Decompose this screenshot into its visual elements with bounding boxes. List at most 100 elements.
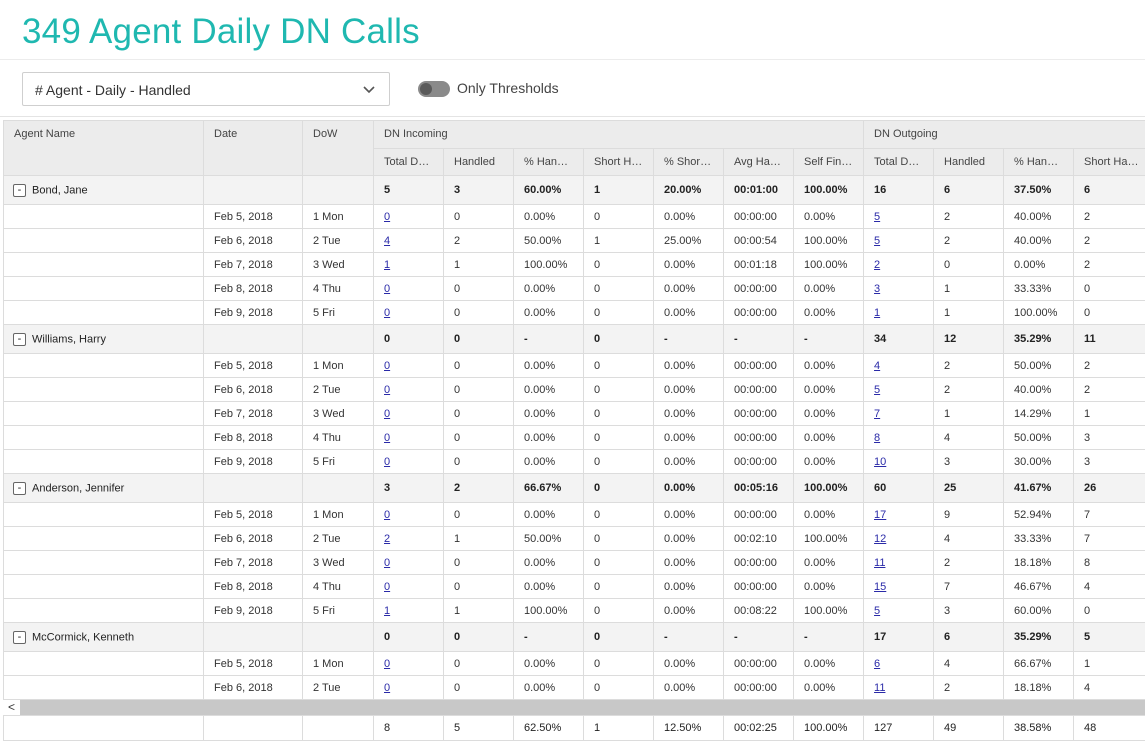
outgoing-drilldown-link[interactable]: 15 [874,581,886,593]
incoming-drilldown-link[interactable]: 0 [384,581,390,593]
incoming-drilldown-link[interactable]: 0 [384,658,390,670]
collapse-icon[interactable]: - [13,332,26,346]
summary-cell: 0 [583,622,654,652]
value-cell: 4 [373,228,444,253]
col-in-handled[interactable]: Handled [443,147,514,176]
value-cell: 00:00:00 [723,675,794,700]
value-cell: 40.00% [1003,377,1075,402]
value-cell: 00:00:00 [723,425,794,450]
outgoing-drilldown-link[interactable]: 4 [874,360,880,372]
value-cell: 1 [863,300,935,325]
horizontal-scrollbar[interactable]: < [3,700,1145,715]
incoming-drilldown-link[interactable]: 0 [384,509,390,521]
value-cell: 0.00% [792,449,865,474]
incoming-drilldown-link[interactable]: 0 [384,432,390,444]
value-cell: 0.00% [792,502,865,527]
collapse-icon[interactable]: - [13,481,26,495]
incoming-drilldown-link[interactable]: 0 [384,557,390,569]
incoming-drilldown-link[interactable]: 0 [384,211,390,223]
value-cell: 100.00% [513,252,584,277]
col-in-total[interactable]: Total DN Incoming [373,147,444,176]
col-in-pct-handled[interactable]: % Handled [513,147,584,176]
outgoing-drilldown-link[interactable]: 5 [874,235,880,247]
outgoing-drilldown-link[interactable]: 7 [874,408,880,420]
summary-cell: 3 [373,473,444,503]
col-out-pct-handled[interactable]: % Handled [1003,147,1075,176]
collapse-icon[interactable]: - [13,630,26,644]
incoming-drilldown-link[interactable]: 0 [384,682,390,694]
value-cell: 52.94% [1003,502,1075,527]
agent-name-cell: - Bond, Jane [3,175,204,205]
incoming-drilldown-link[interactable]: 1 [384,605,390,617]
col-out-short-handled[interactable]: Short Handled [1073,147,1145,176]
value-cell: 2 [1073,228,1145,253]
summary-cell: 35.29% [1003,324,1075,354]
value-cell: 0 [583,353,654,378]
table-row: Feb 5, 2018 1 Mon 0 0 0.00% 0 0.00% 00:00:00 0.0… [3,204,1145,229]
incoming-drilldown-link[interactable]: 0 [384,408,390,420]
value-cell: 0.00% [792,300,865,325]
outgoing-drilldown-link[interactable]: 5 [874,605,880,617]
total-cell: 00:02:25 [723,715,794,741]
outgoing-drilldown-link[interactable]: 11 [874,682,885,694]
dow-cell: 1 Mon [302,502,374,527]
value-cell: 0 [1073,276,1145,301]
date-cell: Feb 8, 2018 [203,425,303,450]
table-row: Feb 9, 2018 5 Fri 0 0 0.00% 0 0.00% 00:00:00 0.0… [3,300,1145,325]
table-row: Feb 6, 2018 2 Tue 0 0 0.00% 0 0.00% 00:00:00 0.0… [3,377,1145,402]
col-out-total[interactable]: Total DN Outgoing [863,147,935,176]
agent-name: Anderson, Jennifer [32,481,125,494]
col-dow[interactable]: DoW [302,120,374,176]
incoming-drilldown-link[interactable]: 0 [384,360,390,372]
table-row: Feb 8, 2018 4 Thu 0 0 0.00% 0 0.00% 00:00:00 0.0… [3,425,1145,450]
only-thresholds-toggle[interactable] [418,81,450,97]
incoming-drilldown-link[interactable]: 0 [384,456,390,468]
summary-cell: 12 [933,324,1005,354]
col-date[interactable]: Date [203,120,303,176]
incoming-drilldown-link[interactable]: 0 [384,283,390,295]
total-cell: 49 [933,715,1004,741]
outgoing-drilldown-link[interactable]: 10 [874,456,886,468]
col-out-handled[interactable]: Handled [933,147,1005,176]
report-select[interactable]: # Agent - Daily - Handled [22,72,390,106]
value-cell: 0.00% [792,401,865,426]
group-date-cell [203,175,303,205]
outgoing-drilldown-link[interactable]: 1 [874,307,880,319]
value-cell: 100.00% [513,598,584,623]
incoming-drilldown-link[interactable]: 0 [384,307,390,319]
outgoing-drilldown-link[interactable]: 2 [874,259,880,271]
outgoing-drilldown-link[interactable]: 17 [874,509,886,521]
outgoing-drilldown-link[interactable]: 3 [874,283,880,295]
incoming-drilldown-link[interactable]: 0 [384,384,390,396]
collapse-icon[interactable]: - [13,183,26,197]
date-cell: Feb 9, 2018 [203,449,303,474]
incoming-drilldown-link[interactable]: 4 [384,235,390,247]
value-cell: 0 [443,204,514,229]
outgoing-drilldown-link[interactable]: 6 [874,658,880,670]
summary-cell: 0.00% [653,473,724,503]
outgoing-drilldown-link[interactable]: 8 [874,432,880,444]
scroll-left-icon[interactable]: < [3,700,20,715]
outgoing-drilldown-link[interactable]: 11 [874,557,885,569]
col-agent-name[interactable]: Agent Name [3,120,204,176]
group-dow-cell [302,324,374,354]
dow-cell: 1 Mon [302,204,374,229]
date-cell: Feb 6, 2018 [203,377,303,402]
value-cell: 2 [1073,252,1145,277]
outgoing-drilldown-link[interactable]: 12 [874,533,886,545]
value-cell: 0 [1073,300,1145,325]
incoming-drilldown-link[interactable]: 1 [384,259,390,271]
outgoing-drilldown-link[interactable]: 5 [874,211,880,223]
value-cell: 1 [933,401,1005,426]
value-cell: 5 [863,228,935,253]
incoming-drilldown-link[interactable]: 2 [384,533,390,545]
col-in-self-finished[interactable]: Self Finished [792,147,865,176]
col-in-short-handled[interactable]: Short Handled [583,147,654,176]
report-body: - Bond, Jane 5 3 60.00% 1 20.00% 00:01:00 100.00… [3,175,1145,700]
outgoing-drilldown-link[interactable]: 5 [874,384,880,396]
value-cell: 0.00% [513,425,584,450]
col-in-avg-handle[interactable]: Avg Handle Time [723,147,794,176]
value-cell: 1 [583,228,654,253]
col-in-pct-short-handled[interactable]: % Short Handled [653,147,724,176]
value-cell: 00:00:00 [723,574,794,599]
